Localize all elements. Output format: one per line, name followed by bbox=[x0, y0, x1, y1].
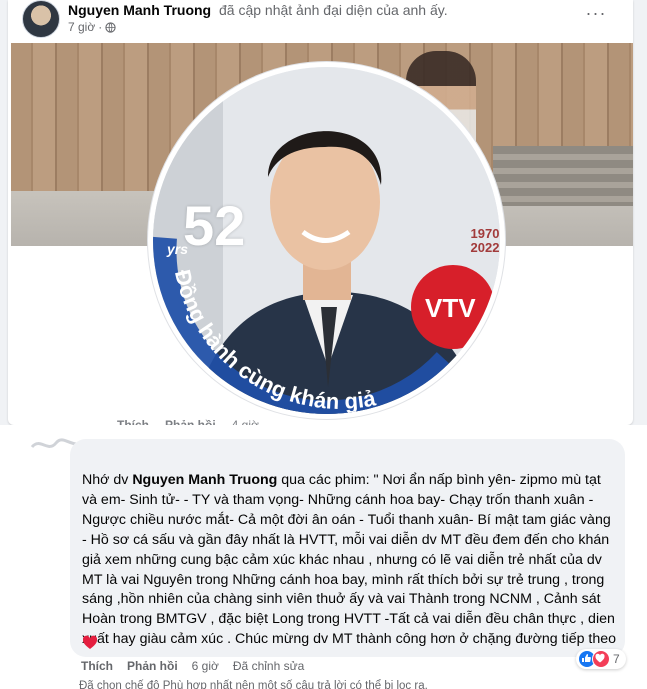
comment-time[interactable]: 6 giờ bbox=[192, 659, 219, 673]
comment-body: qua các phim: " Nơi ẩn nấp bình yên- zip… bbox=[82, 472, 617, 648]
reaction-count: 7 bbox=[613, 652, 620, 666]
vtv-logo-text: VTV bbox=[425, 293, 476, 323]
author-line: Nguyen Manh Truong đã cập nhật ảnh đại d… bbox=[68, 2, 448, 18]
post-time[interactable]: 7 giờ bbox=[68, 20, 95, 34]
filter-footer-note: Đã chọn chế độ Phù hợp nhất nên một số c… bbox=[79, 680, 428, 689]
anniversary-number: 52 bbox=[183, 194, 246, 257]
avatar[interactable] bbox=[22, 0, 60, 38]
comment-area: Nhớ dv Nguyen Manh Truong qua các phim: … bbox=[0, 425, 647, 689]
cover-stairs bbox=[493, 146, 633, 206]
reply-link[interactable]: Phản hồi bbox=[127, 659, 178, 673]
comment-bubble: Nhớ dv Nguyen Manh Truong qua các phim: … bbox=[70, 439, 625, 657]
post-action-text: đã cập nhật ảnh đại diện của anh ấy. bbox=[219, 2, 448, 18]
post-card: Nguyen Manh Truong đã cập nhật ảnh đại d… bbox=[8, 0, 633, 425]
globe-icon bbox=[105, 21, 116, 33]
author-name[interactable]: Nguyen Manh Truong bbox=[68, 2, 211, 18]
profile-picture-frame[interactable]: VTV Đồng hành cùng khán giả 52 yrs 1970 … bbox=[148, 62, 505, 419]
more-options-icon[interactable]: ··· bbox=[584, 4, 608, 26]
edited-label: Đã chỉnh sửa bbox=[232, 659, 305, 673]
post-meta: 7 giờ · bbox=[68, 20, 116, 34]
comment-mention[interactable]: Nguyen Manh Truong bbox=[132, 472, 277, 488]
comment-prefix: Nhớ dv bbox=[82, 472, 133, 488]
reactions-badge[interactable]: 7 bbox=[576, 649, 626, 669]
love-reaction-icon bbox=[592, 650, 610, 668]
anniversary-unit: yrs bbox=[167, 241, 189, 257]
comment-text: Nhớ dv Nguyen Manh Truong qua các phim: … bbox=[82, 471, 617, 650]
comment-actions: Thích Phản hồi 6 giờ Đã chỉnh sửa bbox=[81, 659, 304, 673]
post-header: Nguyen Manh Truong đã cập nhật ảnh đại d… bbox=[22, 0, 622, 40]
profile-picture: VTV Đồng hành cùng khán giả 52 yrs 1970 … bbox=[153, 67, 500, 414]
heart-icon bbox=[82, 635, 98, 649]
year-range: 1970 2022 bbox=[470, 226, 500, 255]
like-link[interactable]: Thích bbox=[81, 659, 113, 673]
